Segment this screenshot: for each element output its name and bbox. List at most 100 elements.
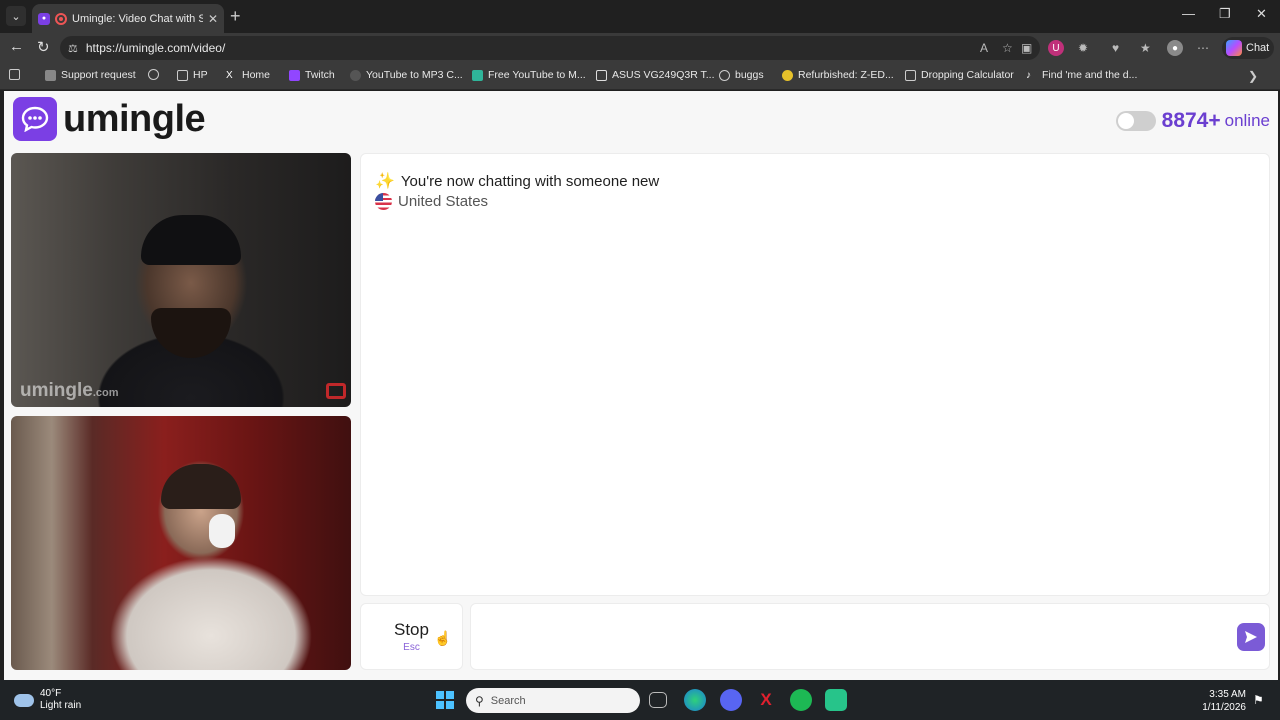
- weather-widget[interactable]: 40°F Light rain: [14, 688, 81, 712]
- bookmark-item[interactable]: ♪ Find 'me and the d...: [1026, 69, 1137, 81]
- sparkle-icon: ✨: [375, 173, 395, 190]
- bookmark-item[interactable]: Support request: [45, 69, 136, 81]
- chat-panel: ✨ You're now chatting with someone new U…: [360, 153, 1270, 596]
- globe-icon: [148, 69, 159, 80]
- notification-bell-icon[interactable]: ⚑: [1253, 693, 1264, 707]
- favorite-star-icon[interactable]: ☆: [1002, 41, 1013, 55]
- bookmark-label: ASUS VG249Q3R T...: [612, 69, 715, 81]
- site-icon: [472, 69, 483, 81]
- minimize-window-icon[interactable]: —: [1182, 6, 1195, 21]
- chat-status-message: ✨ You're now chatting with someone new: [375, 171, 659, 191]
- stranger-video-figure: [151, 308, 231, 358]
- bookmark-item[interactable]: HP: [177, 69, 208, 81]
- profile-avatar-icon[interactable]: ●: [1167, 40, 1183, 56]
- browser-tab-umingle[interactable]: ● Umingle: Video Chat with Stra ✕: [32, 4, 224, 33]
- url-text: https://umingle.com/video/: [85, 41, 226, 55]
- favorites-icon[interactable]: ★: [1140, 41, 1151, 55]
- more-menu-icon[interactable]: ⋯: [1197, 41, 1209, 55]
- address-bar[interactable]: ⚖ https://umingle.com/video/: [60, 36, 1040, 60]
- chat-bubble-logo-icon: [13, 97, 57, 141]
- bookmarks-menu-icon[interactable]: [9, 69, 20, 80]
- task-view-icon[interactable]: [649, 692, 667, 708]
- weather-condition: Light rain: [40, 700, 82, 711]
- edge-browser-icon[interactable]: [684, 689, 706, 711]
- folder-icon: [177, 69, 188, 81]
- bookmark-item[interactable]: Free YouTube to M...: [472, 69, 586, 81]
- bookmark-item[interactable]: Dropping Calculator: [905, 69, 1014, 81]
- back-arrow-icon[interactable]: ←: [9, 38, 24, 55]
- read-aloud-icon[interactable]: A: [980, 41, 988, 55]
- message-box: [470, 603, 1270, 670]
- search-icon: ⚲: [475, 693, 484, 708]
- new-tab-plus-icon[interactable]: +: [230, 6, 241, 26]
- bookmark-item[interactable]: ASUS VG249Q3R T...: [596, 69, 715, 81]
- site-info-icon[interactable]: ⚖: [68, 42, 78, 55]
- tab-list-chevron-icon[interactable]: ⌄: [6, 6, 26, 26]
- copilot-chat-button[interactable]: Chat: [1222, 37, 1274, 59]
- filter-toggle[interactable]: [1115, 111, 1156, 131]
- close-tab-icon[interactable]: ✕: [208, 12, 218, 26]
- umingle-favicon-icon: ●: [38, 12, 50, 25]
- taskbar-search[interactable]: ⚲ Search: [466, 688, 640, 713]
- browser-tab-bar: ⌄ ● Umingle: Video Chat with Stra ✕ + — …: [0, 0, 1280, 33]
- extensions-puzzle-icon[interactable]: ✹: [1078, 41, 1088, 55]
- extension-shield-icon[interactable]: U: [1048, 40, 1064, 56]
- message-input[interactable]: [481, 624, 1221, 650]
- online-counter: 8874+ online: [1115, 109, 1270, 133]
- copilot-icon: [1226, 40, 1242, 56]
- umingle-page: umingle 8874+ online umingle.com ✨ You'r…: [4, 91, 1278, 680]
- camera-permission-icon[interactable]: ▣: [1021, 41, 1032, 55]
- watermark-text: umingle: [20, 380, 93, 401]
- self-video-figure: [161, 464, 241, 509]
- bookmark-label: YouTube to MP3 C...: [366, 69, 463, 81]
- us-flag-icon: [375, 193, 392, 210]
- hand-cursor-icon: ☝: [434, 630, 452, 646]
- page-icon: [45, 69, 56, 81]
- bookmark-item[interactable]: Twitch: [289, 69, 335, 81]
- bookmark-item[interactable]: Refurbished: Z-ED...: [782, 69, 894, 81]
- reload-icon[interactable]: ↻: [37, 38, 50, 56]
- clock-date: 1/11/2026: [1202, 702, 1246, 713]
- x-logo-icon: X: [226, 69, 233, 81]
- app-x-icon[interactable]: X: [755, 689, 777, 711]
- bookmarks-overflow-chevron-icon[interactable]: ❯: [1248, 69, 1258, 83]
- bookmark-item[interactable]: buggs: [719, 69, 764, 81]
- tab-title: Umingle: Video Chat with Stra: [72, 12, 203, 25]
- send-button[interactable]: [1237, 623, 1265, 651]
- reading-list-icon: [9, 69, 20, 80]
- bookmark-item[interactable]: YouTube to MP3 C...: [350, 69, 463, 81]
- bookmark-label: Refurbished: Z-ED...: [798, 69, 894, 81]
- umingle-logo[interactable]: umingle: [13, 97, 206, 141]
- windows-taskbar: 40°F Light rain ⚲ Search X 3:35 AM 1/11/…: [0, 680, 1280, 720]
- bookmark-label: Find 'me and the d...: [1042, 69, 1138, 81]
- country-text: United States: [398, 193, 489, 210]
- calculator-icon: [905, 69, 916, 81]
- video-watermark: umingle.com: [20, 380, 119, 402]
- send-arrow-icon: [1245, 631, 1257, 643]
- windows-start-icon[interactable]: [434, 689, 456, 711]
- online-count: 8874+: [1161, 109, 1221, 132]
- system-clock[interactable]: 3:35 AM 1/11/2026: [1196, 688, 1246, 714]
- bookmark-label: Home: [242, 69, 271, 81]
- rain-cloud-icon: [14, 693, 34, 707]
- online-label: online: [1224, 111, 1270, 130]
- bookmark-label: Support request: [61, 69, 136, 81]
- chat-app-icon[interactable]: [825, 689, 847, 711]
- site-icon: [350, 69, 361, 81]
- report-flag-icon[interactable]: [326, 383, 346, 399]
- bookmark-label: buggs: [735, 69, 764, 81]
- bookmark-item[interactable]: X Home: [226, 69, 270, 81]
- bookmark-label: HP: [193, 69, 208, 81]
- chat-country: United States: [375, 193, 488, 210]
- maximize-window-icon[interactable]: ❐: [1219, 6, 1231, 22]
- clock-time: 3:35 AM: [1209, 689, 1246, 700]
- spotify-icon[interactable]: [790, 689, 812, 711]
- twitch-icon: [289, 69, 300, 81]
- notion-icon: [596, 69, 607, 81]
- bookmark-item[interactable]: [148, 69, 159, 80]
- self-video-figure: [209, 514, 235, 548]
- close-window-icon[interactable]: ✕: [1256, 6, 1267, 22]
- browser-essentials-icon[interactable]: ♥: [1112, 41, 1119, 55]
- discord-icon[interactable]: [720, 689, 742, 711]
- recording-indicator-icon: [55, 12, 67, 25]
